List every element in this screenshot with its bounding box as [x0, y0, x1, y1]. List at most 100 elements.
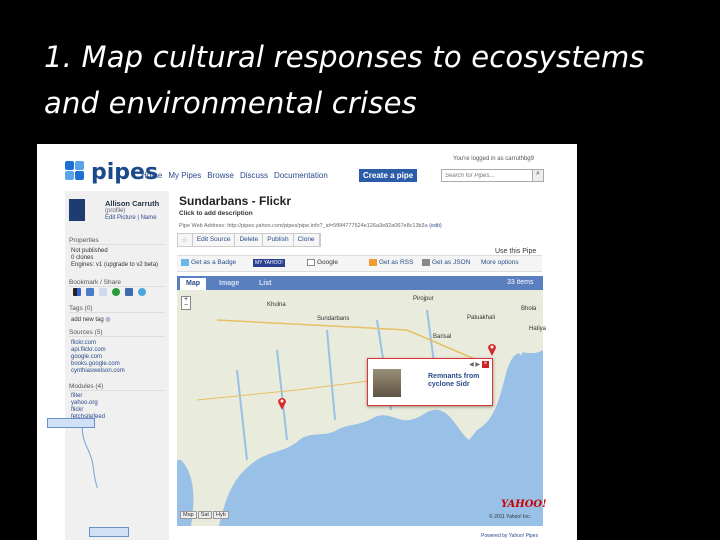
- map-label: Hatiya: [529, 326, 547, 332]
- pipe-output-box[interactable]: [89, 527, 129, 537]
- pipe-title[interactable]: Sundarbans - Flickr: [179, 194, 291, 208]
- zoom-in-button[interactable]: + −: [181, 296, 191, 310]
- badge-icon: [181, 259, 189, 266]
- avatar[interactable]: [69, 199, 85, 221]
- pipes-screenshot: pipes Home My Pipes Browse Discuss Docum…: [37, 144, 577, 540]
- web-address-edit[interactable]: (edit): [429, 223, 442, 229]
- source-link[interactable]: books.google.com: [71, 361, 120, 367]
- add-tag-icon[interactable]: ◎: [105, 317, 110, 323]
- use-pipe-label: Use this Pipe: [495, 248, 537, 255]
- map-label: Pirojpur: [413, 296, 434, 302]
- more-options[interactable]: More options: [481, 259, 519, 266]
- tab-list[interactable]: List: [253, 278, 277, 290]
- my-yahoo-option[interactable]: MY YAHOO!: [253, 259, 285, 267]
- items-count: 33 items: [507, 279, 534, 286]
- popup-thumbnail[interactable]: [373, 369, 401, 397]
- close-icon[interactable]: ×: [482, 361, 489, 368]
- add-tag-label: add new tag: [71, 317, 104, 323]
- twitter-icon[interactable]: [138, 288, 146, 296]
- module-link[interactable]: flickr: [71, 407, 83, 413]
- map-label: Khulna: [267, 302, 286, 308]
- modules-heading: Modules (4): [69, 383, 165, 391]
- map-label: Sundarbans: [317, 316, 350, 322]
- edit-source-button[interactable]: Edit Source: [193, 234, 236, 246]
- rss-label: Get as RSS: [379, 259, 414, 266]
- nav-my-pipes[interactable]: My Pipes: [168, 171, 201, 180]
- rss-icon: [369, 259, 377, 266]
- map-pin-icon[interactable]: [277, 396, 287, 410]
- property-line: Not published: [71, 248, 108, 254]
- web-address-label: Pipe Web Address:: [179, 223, 226, 229]
- nav-discuss[interactable]: Discuss: [240, 171, 268, 180]
- slide-title: 1. Map cultural responses to ecosystems …: [44, 40, 645, 120]
- source-link[interactable]: api.flickr.com: [71, 347, 106, 353]
- top-nav: Home My Pipes Browse Discuss Documentati…: [141, 171, 328, 180]
- pipe-wire: [81, 428, 99, 488]
- module-link[interactable]: yahoo.org: [71, 400, 98, 406]
- nav-browse[interactable]: Browse: [207, 171, 234, 180]
- map-label: Barisal: [433, 334, 452, 340]
- digg-icon[interactable]: [86, 288, 94, 296]
- tags-heading: Tags (0): [69, 305, 165, 313]
- json-label: Get as JSON: [432, 259, 471, 266]
- properties-heading: Properties: [69, 237, 165, 245]
- json-option[interactable]: Get as JSON: [422, 259, 470, 266]
- map-mode-sat[interactable]: Sat: [197, 511, 212, 519]
- footer-link[interactable]: Powered by Yahoo! Pipes: [481, 533, 538, 539]
- map-copyright: © 2011 Yahoo! Inc.: [489, 514, 532, 520]
- source-link[interactable]: cynthiaswelson.com: [71, 368, 125, 374]
- source-link[interactable]: google.com: [71, 354, 102, 360]
- delicious-icon[interactable]: [73, 288, 81, 296]
- badge-label: Get as a Badge: [191, 259, 237, 266]
- sources-heading: Sources (5): [69, 329, 165, 337]
- share-icons: [73, 288, 146, 296]
- add-description[interactable]: Click to add description: [179, 210, 253, 217]
- nav-home[interactable]: Home: [141, 171, 162, 180]
- publish-button[interactable]: Publish: [263, 234, 294, 246]
- map-mode-switch: Map Sat Hyb: [180, 511, 229, 519]
- clone-button[interactable]: Clone: [294, 234, 320, 246]
- profile-link[interactable]: (profile): [105, 208, 125, 214]
- map-pin-icon[interactable]: [487, 342, 497, 356]
- edit-picture-link[interactable]: Edit Picture | Name: [105, 215, 157, 221]
- web-address-url[interactable]: http://pipes.yahoo.com/pipes/pipe.info?_…: [227, 223, 427, 229]
- star-icon[interactable]: ☆: [178, 234, 193, 246]
- json-icon: [422, 259, 430, 266]
- source-link[interactable]: flickr.com: [71, 340, 96, 346]
- user-name[interactable]: Allison Carruth: [105, 199, 159, 208]
- map-label: Patuakhali: [467, 315, 496, 321]
- google-option[interactable]: Google: [307, 259, 338, 266]
- stumbleupon-icon[interactable]: [112, 288, 120, 296]
- search-icon[interactable]: ⌕: [532, 169, 544, 182]
- map-label: Bhola: [521, 306, 537, 312]
- badge-option[interactable]: Get as a Badge: [181, 259, 236, 266]
- property-line: Engines: v1 (upgrade to v2 beta): [71, 262, 159, 268]
- module-link[interactable]: filter: [71, 393, 82, 399]
- map-mode-hyb[interactable]: Hyb: [212, 511, 229, 519]
- web-address: Pipe Web Address: http://pipes.yahoo.com…: [179, 223, 442, 229]
- nav-documentation[interactable]: Documentation: [274, 171, 328, 180]
- popup-nav[interactable]: ◀ ▶: [469, 361, 480, 368]
- map-popup[interactable]: ◀ ▶ × Remnants from cyclone Sidr: [367, 358, 493, 406]
- reddit-icon[interactable]: [99, 288, 107, 296]
- bookmark-heading: Bookmark / Share: [69, 279, 165, 287]
- delete-button[interactable]: Delete: [235, 234, 264, 246]
- create-pipe-button[interactable]: Create a pipe: [359, 169, 418, 182]
- map-mode-map[interactable]: Map: [180, 511, 197, 519]
- pipe-module-box[interactable]: [47, 418, 95, 428]
- yahoo-logo: YAHOO!: [501, 499, 547, 510]
- rss-option[interactable]: Get as RSS: [369, 259, 413, 266]
- more-options-label: More options: [481, 259, 519, 266]
- popup-title[interactable]: Remnants from cyclone Sidr: [428, 373, 492, 389]
- plus-icon: [307, 259, 315, 266]
- property-line: 0 clones: [71, 255, 94, 261]
- add-tag-link[interactable]: add new tag ◎: [71, 316, 111, 323]
- google-label: Google: [317, 259, 338, 266]
- tab-image[interactable]: Image: [213, 278, 245, 290]
- logged-in-text: You're logged in as carruthbg9: [453, 156, 534, 162]
- tab-map[interactable]: Map: [180, 278, 206, 290]
- search-input[interactable]: [441, 169, 541, 182]
- map-view[interactable]: [177, 290, 543, 526]
- delicious-dz-icon[interactable]: [125, 288, 133, 296]
- my-yahoo-label: MY YAHOO!: [253, 259, 285, 267]
